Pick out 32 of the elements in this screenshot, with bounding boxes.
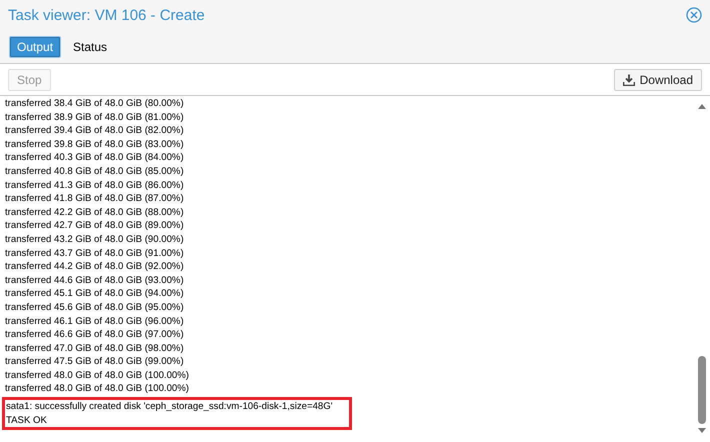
log-line: transferred 47.5 GiB of 48.0 GiB (99.00%) — [4, 355, 185, 369]
log-line: transferred 44.6 GiB of 48.0 GiB (93.00%) — [4, 274, 185, 288]
log-line: transferred 43.7 GiB of 48.0 GiB (91.00%) — [4, 246, 185, 260]
log-line: transferred 45.1 GiB of 48.0 GiB (94.00%) — [4, 287, 185, 301]
log-line: transferred 42.7 GiB of 48.0 GiB (89.00%) — [4, 219, 185, 233]
log-line: transferred 43.2 GiB of 48.0 GiB (90.00%) — [4, 232, 185, 247]
log-line: transferred 45.6 GiB of 48.0 GiB (95.00%) — [4, 300, 185, 314]
log-line: sata1: successfully created disk 'ceph_storage_ssd:vm-106-disk-1,size=48G' — [5, 400, 334, 414]
scrollbar-thumb[interactable] — [698, 356, 706, 424]
log-line: transferred 41.8 GiB of 48.0 GiB (87.00%) — [4, 192, 185, 206]
log-line: transferred 44.2 GiB of 48.0 GiB (92.00%) — [4, 260, 185, 274]
log-line: transferred 47.0 GiB of 48.0 GiB (98.00%) — [4, 342, 185, 356]
log-line: transferred 48.0 GiB of 48.0 GiB (100.00%) — [4, 368, 190, 382]
download-button[interactable]: Download — [614, 68, 702, 90]
close-icon[interactable] — [686, 7, 702, 23]
log-line: transferred 39.8 GiB of 48.0 GiB (83.00%) — [4, 138, 185, 152]
log-line: transferred 46.6 GiB of 48.0 GiB (97.00%) — [4, 328, 185, 342]
log-line: transferred 38.4 GiB of 48.0 GiB (80.00%) — [4, 97, 185, 111]
log-line: transferred 48.0 GiB of 48.0 GiB (100.00%) — [4, 382, 190, 396]
log-line: transferred 41.3 GiB of 48.0 GiB (86.00%) — [4, 178, 185, 192]
download-icon — [622, 74, 635, 86]
log-line: transferred 40.8 GiB of 48.0 GiB (85.00%) — [4, 164, 185, 179]
scroll-up-icon[interactable] — [698, 104, 706, 109]
log-line: transferred 40.3 GiB of 48.0 GiB (84.00%) — [4, 151, 185, 165]
window-title: Task viewer: VM 106 - Create — [8, 6, 205, 24]
scroll-down-icon[interactable] — [698, 428, 706, 433]
log-line: transferred 38.9 GiB of 48.0 GiB (81.00%) — [4, 110, 185, 124]
log-line: transferred 39.4 GiB of 48.0 GiB (82.00%) — [4, 124, 185, 138]
log-line: transferred 42.2 GiB of 48.0 GiB (88.00%) — [4, 206, 185, 220]
tab[interactable]: Status — [66, 36, 114, 56]
log-line: TASK OK — [5, 414, 48, 428]
log-line: transferred 46.1 GiB of 48.0 GiB (96.00%) — [4, 314, 185, 328]
